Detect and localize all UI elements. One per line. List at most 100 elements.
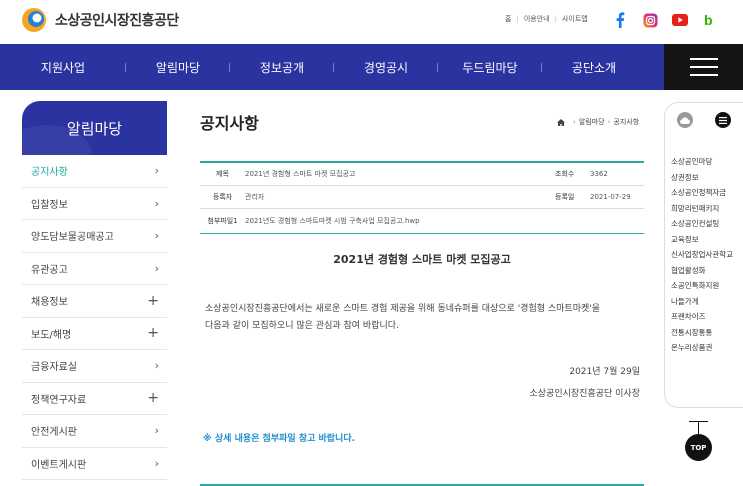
chevron-right-icon: › — [154, 196, 159, 210]
plus-icon: + — [147, 292, 159, 309]
info-label: 제목 — [216, 170, 229, 178]
views-value: 3362 — [590, 170, 608, 178]
body-line: 소상공인시장진흥공단에서는 새로운 스마트 경험 제공을 위해 동네슈퍼를 대상… — [205, 304, 601, 314]
body-line: 다음과 같이 모집하오니 많은 관심과 참여 바랍니다. — [205, 321, 399, 331]
sidebar-item-notice[interactable]: 공지사항 › — [22, 155, 167, 188]
nav-item-disclosure[interactable]: 정보공개 — [230, 44, 334, 90]
breadcrumb-separator: › — [607, 118, 611, 126]
chevron-right-icon: › — [154, 456, 159, 470]
plus-icon: + — [147, 325, 159, 342]
quick-link[interactable]: 소상공인컨설팅 — [671, 219, 741, 229]
quick-link[interactable]: 온누리상품권 — [671, 343, 741, 353]
sidebar-item-label: 입찰정보 — [31, 199, 68, 211]
sidebar-item-event[interactable]: 이벤트게시판 › — [22, 448, 167, 480]
nav-item-management[interactable]: 경영공시 — [334, 44, 438, 90]
breadcrumb-item[interactable]: 알림마당 — [579, 117, 605, 127]
notice-signature: 소상공인시장진흥공단 이사장 — [529, 389, 640, 399]
notice-date: 2021년 7월 29일 — [569, 367, 640, 377]
quick-tab-list[interactable] — [704, 106, 742, 134]
quick-link[interactable]: 협업활성화 — [671, 266, 741, 276]
notice-body: 소상공인시장진흥공단에서는 새로운 스마트 경험 제공을 위해 동네슈퍼를 대상… — [205, 301, 645, 335]
logo-text: 소상공인시장진흥공단 — [55, 13, 179, 29]
youtube-icon[interactable] — [672, 12, 688, 28]
util-separator: | — [516, 15, 519, 23]
util-link-sitemap[interactable]: 사이트맵 — [562, 14, 588, 24]
notice-heading: 2021년 경험형 스마트 마켓 모집공고 — [333, 253, 511, 266]
attachment-link[interactable]: 2021년도 경험형 스마트마켓 시범 구축사업 모집공고.hwp — [245, 216, 420, 226]
logo-mark-icon — [21, 7, 49, 33]
util-separator: | — [554, 15, 557, 23]
sidebar-item-label: 안전게시판 — [31, 427, 77, 439]
info-row-title: 제목 2021년 경험형 스마트 마켓 모집공고 조회수 3362 — [200, 163, 644, 186]
sidebar: 알림마당 공지사항 › 입찰정보 › 양도담보물공매공고 › 유관공고 › 채용… — [22, 101, 167, 480]
info-row-attachment: 첨부파일1 2021년도 경험형 스마트마켓 시범 구축사업 모집공고.hwp — [200, 209, 644, 234]
quick-link-list: 소상공인마당 상권정보 소상공인정책자금 희망리턴패키지 소상공인컨설팅 교육정… — [671, 157, 741, 359]
post-title-value: 2021년 경험형 스마트 마켓 모집공고 — [245, 170, 356, 178]
sidebar-item-recruit[interactable]: 채용정보 + — [22, 285, 167, 318]
sidebar-item-auction[interactable]: 양도담보물공매공고 › — [22, 220, 167, 253]
quick-link[interactable]: 신사업창업사관학교 — [671, 250, 741, 260]
svg-text:b: b — [704, 13, 713, 27]
sidebar-item-label: 보도/해명 — [31, 329, 72, 341]
nav-item-support[interactable]: 지원사업 — [0, 44, 126, 90]
hamburger-menu-icon[interactable] — [664, 44, 743, 90]
top-header: 소상공인시장진흥공단 홈 | 이용안내 | 사이트맵 b — [0, 0, 743, 44]
sidebar-item-label: 공지사항 — [31, 167, 68, 179]
sidebar-item-label: 이벤트게시판 — [31, 459, 87, 471]
sidebar-item-related[interactable]: 유관공고 › — [22, 253, 167, 285]
util-link-home[interactable]: 홈 — [505, 14, 511, 24]
nav-item-about[interactable]: 공단소개 — [542, 44, 646, 90]
info-label: 조회수 — [555, 170, 575, 178]
social-links: b — [612, 12, 732, 28]
page-title: 공지사항 — [200, 114, 259, 133]
quick-link[interactable]: 소상공인정책자금 — [671, 188, 741, 198]
top-stem — [698, 421, 699, 434]
date-value: 2021-07-29 — [590, 193, 631, 201]
attachment-note: ※ 상세 내용은 첨부파일 참고 바랍니다. — [203, 434, 356, 444]
sidebar-item-research[interactable]: 정책연구자료 + — [22, 383, 167, 415]
author-value: 관리자 — [245, 193, 265, 201]
util-link-guide[interactable]: 이용안내 — [524, 14, 550, 24]
sidebar-item-finance[interactable]: 금융자료실 › — [22, 350, 167, 383]
sidebar-item-label: 금융자료실 — [31, 362, 77, 374]
sidebar-item-safety[interactable]: 안전게시판 › — [22, 415, 167, 448]
chevron-right-icon: › — [154, 424, 159, 438]
instagram-icon[interactable] — [642, 12, 658, 28]
facebook-icon[interactable] — [612, 12, 628, 28]
nav-item-dodream[interactable]: 두드림마당 — [438, 44, 542, 90]
cloud-icon — [677, 112, 693, 128]
sidebar-item-label: 양도담보물공매공고 — [31, 232, 114, 244]
utility-links: 홈 | 이용안내 | 사이트맵 — [505, 14, 588, 24]
sidebar-item-label: 유관공고 — [31, 264, 68, 276]
quick-link[interactable]: 프랜차이즈 — [671, 312, 741, 322]
post-info-table: 제목 2021년 경험형 스마트 마켓 모집공고 조회수 3362 등록자 관리… — [200, 161, 644, 234]
breadcrumb-item[interactable]: 공지사항 — [613, 117, 639, 127]
list-icon — [715, 112, 731, 128]
quick-link[interactable]: 소상공인마당 — [671, 157, 741, 167]
quick-link[interactable]: 교육정보 — [671, 235, 741, 245]
nav-item-notice[interactable]: 알림마당 — [126, 44, 230, 90]
sidebar-item-bid[interactable]: 입찰정보 › — [22, 188, 167, 220]
quick-link[interactable]: 나들가게 — [671, 297, 741, 307]
info-label: 첨부파일1 — [207, 217, 238, 225]
scroll-top-button[interactable]: TOP — [685, 434, 712, 461]
chevron-right-icon: › — [154, 359, 159, 373]
quick-link[interactable]: 희망리턴패키지 — [671, 204, 741, 214]
breadcrumb: › 알림마당 › 공지사항 — [557, 117, 639, 127]
quick-tabs — [666, 106, 743, 134]
quick-link[interactable]: 전통시장통통 — [671, 328, 741, 338]
chevron-right-icon: › — [154, 164, 159, 178]
sidebar-title: 알림마당 — [22, 101, 167, 155]
quick-link[interactable]: 소공인특화지원 — [671, 281, 741, 291]
blog-icon[interactable]: b — [702, 12, 718, 28]
main-nav: 지원사업 알림마당 정보공개 경영공시 두드림마당 공단소개 — [0, 44, 743, 90]
site-logo[interactable]: 소상공인시장진흥공단 — [21, 7, 179, 33]
breadcrumb-separator: › — [573, 118, 576, 126]
plus-icon: + — [147, 390, 159, 407]
home-icon[interactable] — [557, 118, 565, 126]
quick-link[interactable]: 상권정보 — [671, 173, 741, 183]
sidebar-item-label: 채용정보 — [31, 297, 68, 309]
info-row-author: 등록자 관리자 등록일 2021-07-29 — [200, 186, 644, 209]
sidebar-item-press[interactable]: 보도/해명 + — [22, 318, 167, 350]
quick-tab-cloud[interactable] — [666, 106, 704, 134]
